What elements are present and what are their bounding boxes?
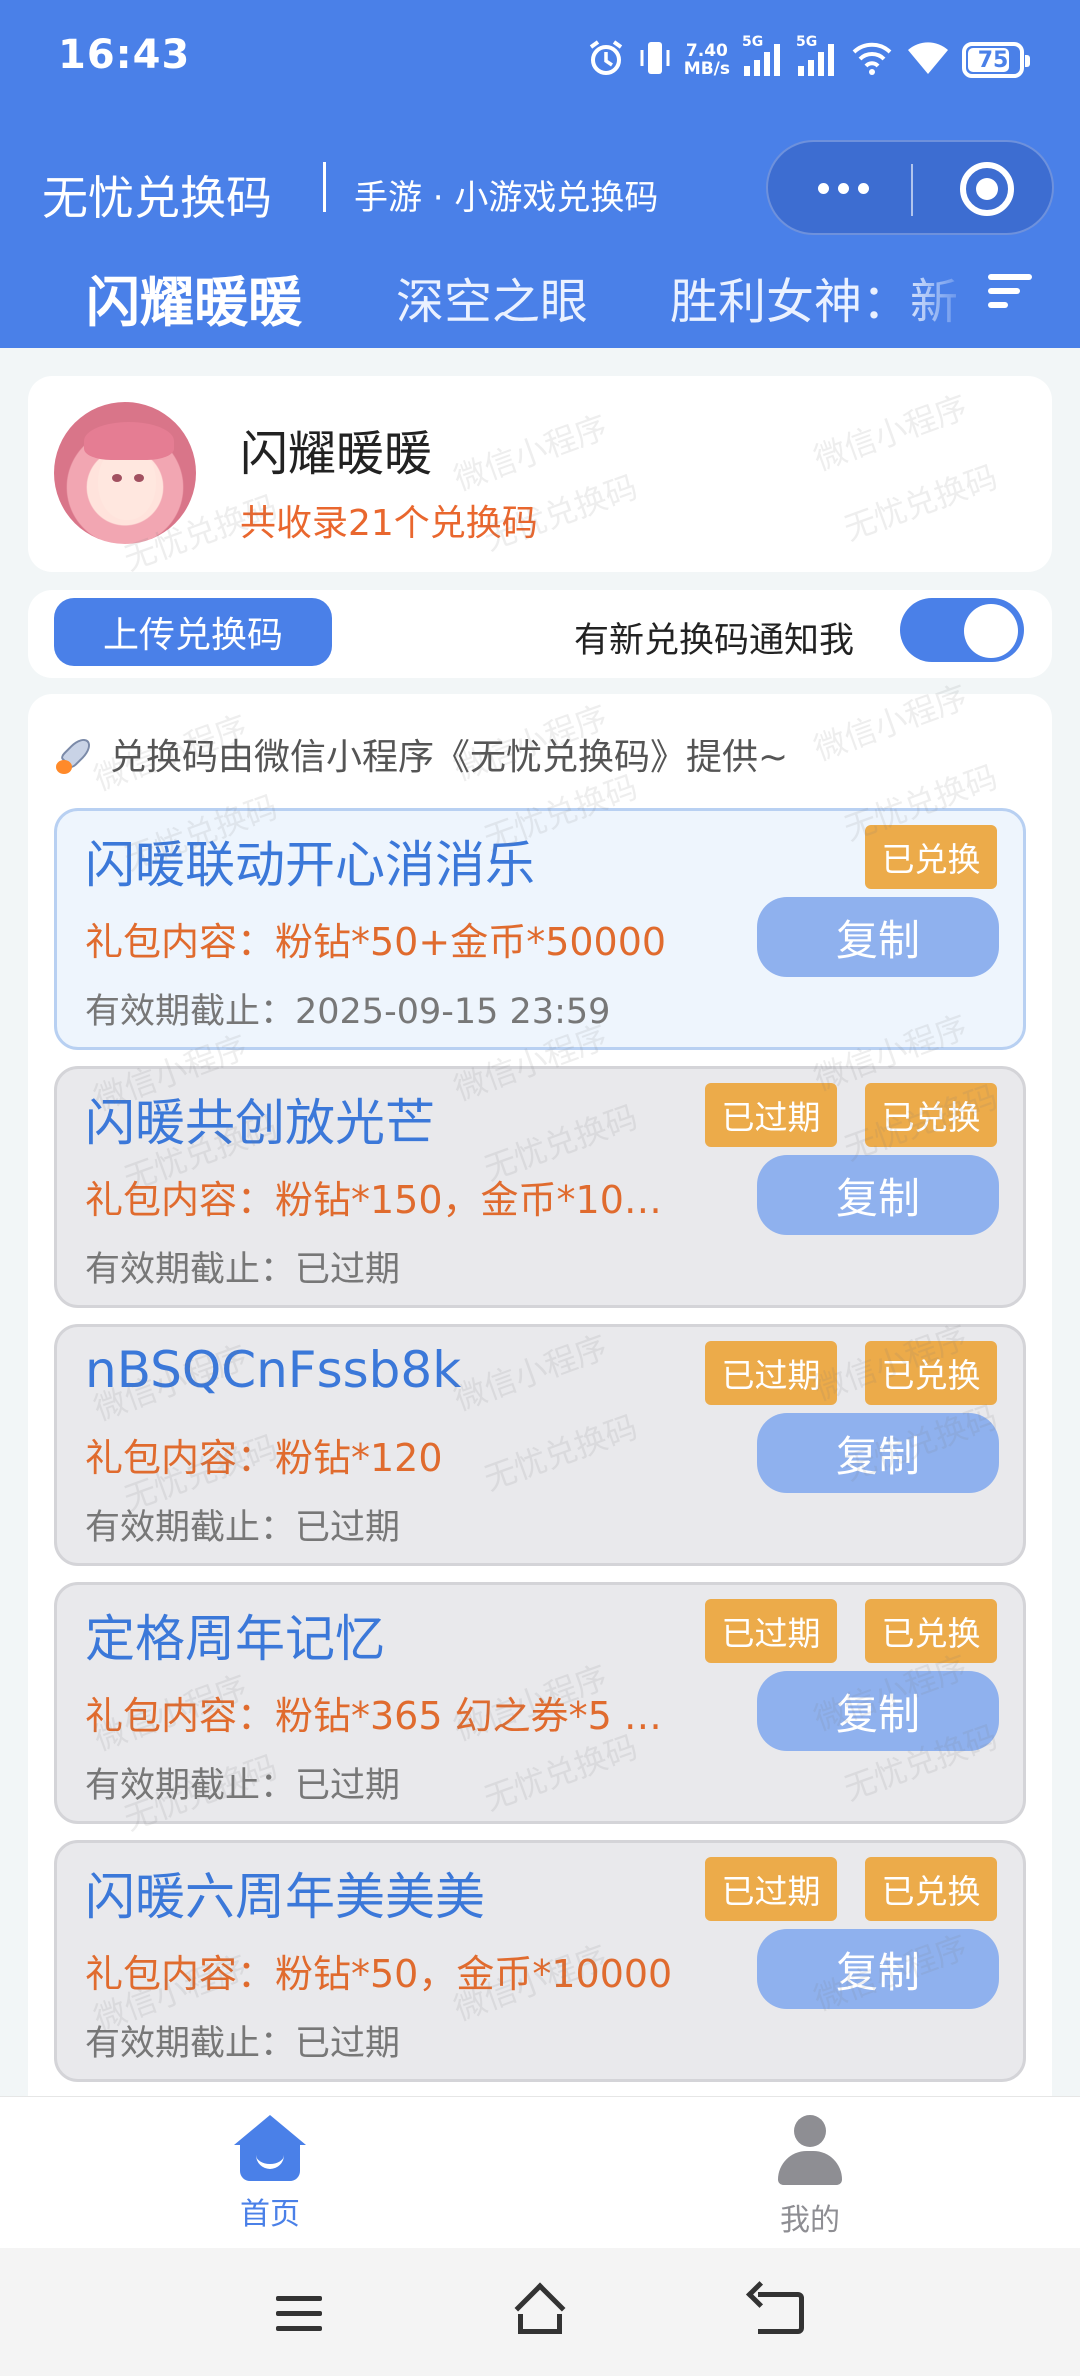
- tabbar-mine[interactable]: 我的: [740, 2115, 880, 2239]
- code-expire: 有效期截止：2025-09-15 23:59: [85, 992, 611, 1032]
- upload-code-button[interactable]: 上传兑换码: [54, 598, 332, 666]
- tab-shining-nikki[interactable]: 闪耀暖暖: [86, 258, 302, 337]
- redeemed-badge: 已兑换: [865, 1083, 997, 1147]
- redeemed-badge: 已兑换: [865, 1599, 997, 1663]
- code-content: 礼包内容：粉钻*120: [85, 1436, 443, 1480]
- game-name: 闪耀暖暖: [240, 426, 433, 482]
- more-icon[interactable]: [808, 160, 878, 216]
- wifi-icon: [906, 38, 950, 82]
- user-icon: [774, 2115, 846, 2187]
- code-item[interactable]: 定格周年记忆 已过期 已兑换 礼包内容：粉钻*365 幻之券*5 … 复制 有效…: [54, 1582, 1026, 1824]
- copy-button[interactable]: 复制: [757, 1929, 999, 2009]
- signal-5g-2: 5G: [796, 34, 838, 82]
- battery-indicator: 75: [962, 42, 1030, 78]
- signal-label: 5G: [796, 34, 818, 50]
- code-item[interactable]: nBSQCnFssb8k 已过期 已兑换 礼包内容：粉钻*120 复制 有效期截…: [54, 1324, 1026, 1566]
- sort-icon[interactable]: [988, 274, 1032, 312]
- copy-button[interactable]: 复制: [757, 1155, 999, 1235]
- code-expire: 有效期截止：已过期: [85, 1766, 401, 1806]
- back-icon[interactable]: [758, 2292, 804, 2334]
- code-title: 闪暖六周年美美美: [85, 1868, 485, 1926]
- signal-label: 5G: [742, 34, 764, 50]
- network-speed: 7.40 MB/s: [684, 42, 730, 78]
- code-title: 闪暖共创放光芒: [85, 1094, 435, 1152]
- code-title: 闪暖联动开心消消乐: [85, 836, 535, 894]
- code-title: nBSQCnFssb8k: [85, 1341, 462, 1399]
- code-content: 礼包内容：粉钻*50，金币*10000: [85, 1952, 673, 1996]
- signal-5g-1: 5G: [742, 34, 784, 82]
- game-tabs: 闪耀暖暖 深空之眼 胜利女神：新: [0, 250, 1080, 340]
- copy-button[interactable]: 复制: [757, 1671, 999, 1751]
- expired-badge: 已过期: [705, 1857, 837, 1921]
- code-list: 兑换码由微信小程序《无忧兑换码》提供~ 闪暖联动开心消消乐 已兑换 礼包内容：粉…: [28, 694, 1052, 2096]
- source-note-text: 兑换码由微信小程序《无忧兑换码》提供~: [110, 737, 789, 778]
- rocket-icon: [54, 732, 98, 776]
- expired-badge: 已过期: [705, 1341, 837, 1405]
- notify-toggle[interactable]: [900, 598, 1024, 662]
- tab-eye-of-deep-space[interactable]: 深空之眼: [396, 262, 588, 332]
- code-content: 礼包内容：粉钻*365 幻之券*5 …: [85, 1694, 662, 1738]
- code-content: 礼包内容：粉钻*150，金币*10…: [85, 1178, 662, 1222]
- tabbar-mine-label: 我的: [780, 2203, 840, 2238]
- code-item[interactable]: 闪暖六周年美美美 已过期 已兑换 礼包内容：粉钻*50，金币*10000 复制 …: [54, 1840, 1026, 2082]
- redeemed-badge: 已兑换: [865, 1857, 997, 1921]
- nav-divider: [323, 162, 326, 212]
- hotspot-icon: [850, 38, 894, 82]
- status-icons: 7.40 MB/s 5G 5G 75: [586, 30, 1030, 90]
- tabbar-home-label: 首页: [240, 2197, 300, 2232]
- system-nav-bar: [0, 2248, 1080, 2376]
- home-icon: [234, 2115, 306, 2181]
- status-bar: 16:43 7.40 MB/s 5G 5G 75: [0, 0, 1080, 120]
- expired-badge: 已过期: [705, 1599, 837, 1663]
- tabbar-home[interactable]: 首页: [200, 2115, 340, 2233]
- game-info-card: 闪耀暖暖 共收录21个兑换码: [28, 376, 1052, 572]
- code-expire: 有效期截止：已过期: [85, 2024, 401, 2064]
- redeemed-badge: 已兑换: [865, 825, 997, 889]
- code-item[interactable]: 闪暖共创放光芒 已过期 已兑换 礼包内容：粉钻*150，金币*10… 复制 有效…: [54, 1066, 1026, 1308]
- expired-badge: 已过期: [705, 1083, 837, 1147]
- code-count: 共收录21个兑换码: [240, 503, 538, 544]
- status-time: 16:43: [58, 32, 191, 78]
- redeemed-badge: 已兑换: [865, 1341, 997, 1405]
- nav-bar: 无忧兑换码 手游 · 小游戏兑换码: [0, 140, 1080, 240]
- network-speed-value: 7.40: [685, 41, 728, 61]
- copy-button[interactable]: 复制: [757, 1413, 999, 1493]
- code-title: 定格周年记忆: [85, 1610, 385, 1668]
- system-home-icon[interactable]: [512, 2282, 568, 2336]
- app-subtitle: 手游 · 小游戏兑换码: [354, 178, 659, 218]
- close-miniprogram-icon[interactable]: [960, 162, 1014, 216]
- notify-label: 有新兑换码通知我: [574, 621, 855, 661]
- code-expire: 有效期截止：已过期: [85, 1508, 401, 1548]
- vibrate-icon: [638, 38, 672, 82]
- code-content: 礼包内容：粉钻*50+金币*50000: [85, 920, 667, 964]
- header: 16:43 7.40 MB/s 5G 5G 75 无忧兑换码 手游 · 小游戏兑…: [0, 0, 1080, 348]
- bottom-tab-bar: 首页 我的: [0, 2096, 1080, 2248]
- source-note: 兑换码由微信小程序《无忧兑换码》提供~: [54, 728, 788, 780]
- app-title: 无忧兑换码: [42, 171, 272, 225]
- game-avatar: [54, 402, 196, 544]
- network-speed-unit: MB/s: [683, 59, 730, 79]
- code-item[interactable]: 闪暖联动开心消消乐 已兑换 礼包内容：粉钻*50+金币*50000 复制 有效期…: [54, 808, 1026, 1050]
- code-expire: 有效期截止：已过期: [85, 1250, 401, 1290]
- alarm-icon: [586, 38, 626, 82]
- battery-level: 75: [977, 47, 1009, 73]
- action-bar: 上传兑换码 有新兑换码通知我: [28, 590, 1052, 678]
- recent-apps-icon[interactable]: [276, 2296, 322, 2332]
- main-content[interactable]: 闪耀暖暖 共收录21个兑换码 上传兑换码 有新兑换码通知我 兑换码由微信小程序《…: [0, 348, 1080, 2096]
- miniprogram-capsule: [766, 140, 1054, 235]
- copy-button[interactable]: 复制: [757, 897, 999, 977]
